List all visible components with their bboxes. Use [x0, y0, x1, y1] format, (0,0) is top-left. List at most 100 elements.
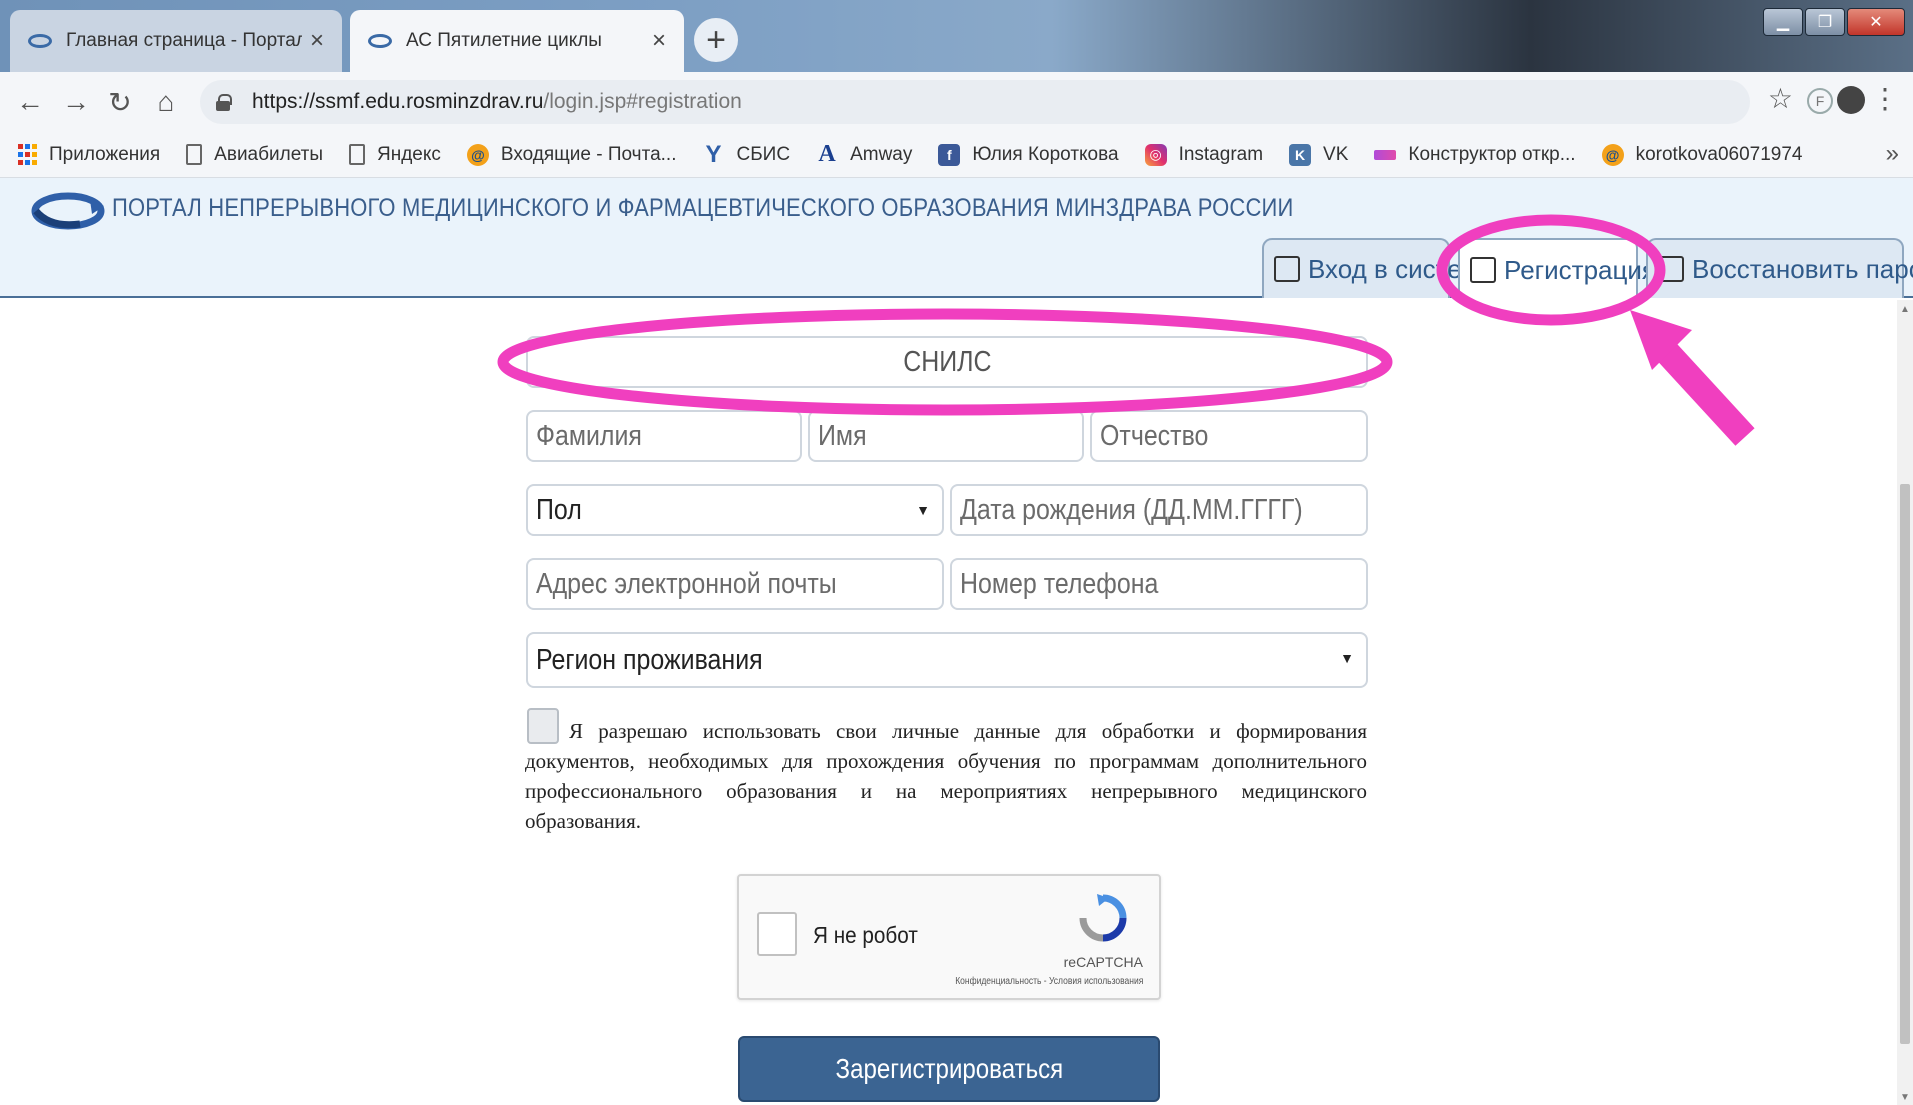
- tab-registration[interactable]: Регистрация: [1458, 238, 1656, 300]
- register-submit-button[interactable]: Зарегистрироваться: [738, 1036, 1160, 1102]
- bookmark-label: СБИС: [736, 143, 791, 165]
- facebook-icon: f: [938, 143, 961, 166]
- portal-favicon-icon: [368, 34, 392, 48]
- bookmark-yandex[interactable]: Яндекс: [349, 144, 441, 166]
- lastname-placeholder: Фамилия: [536, 419, 642, 452]
- birthdate-input[interactable]: Дата рождения (ДД.ММ.ГГГГ): [950, 484, 1368, 536]
- email-input[interactable]: Адрес электронной почты: [526, 558, 944, 610]
- recaptcha-widget: Я не робот reCAPTCHA Конфиденциальность …: [737, 874, 1161, 1000]
- phone-placeholder: Номер телефона: [960, 567, 1159, 600]
- instagram-icon: ◎: [1144, 143, 1167, 166]
- forward-arrow-icon[interactable]: →: [56, 82, 96, 122]
- maximize-button[interactable]: ❐: [1805, 8, 1845, 36]
- login-icon: [1274, 256, 1300, 282]
- home-icon[interactable]: ⌂: [146, 82, 186, 122]
- annotation-arrow: [1630, 310, 1755, 446]
- middlename-placeholder: Отчество: [1100, 419, 1209, 452]
- reload-icon[interactable]: ↻: [100, 82, 140, 122]
- vk-icon: K: [1289, 143, 1312, 166]
- consent-text: Я разрешаю использовать свои личные данн…: [525, 719, 1367, 833]
- region-select[interactable]: Регион проживания ▼: [526, 632, 1368, 688]
- portal-favicon-icon: [28, 34, 52, 48]
- bookmark-label: Авиабилеты: [214, 143, 323, 165]
- browser-tab-strip: Главная страница - Портал неп × АС Пятил…: [0, 0, 1913, 72]
- tab-label: Регистрация: [1504, 254, 1656, 285]
- bookmark-instagram[interactable]: ◎ Instagram: [1144, 143, 1264, 166]
- gender-select[interactable]: Пол ▼: [526, 484, 944, 536]
- firstname-input[interactable]: Имя: [808, 410, 1084, 462]
- tab-title: Главная страница - Портал неп: [66, 30, 302, 51]
- bookmark-amway[interactable]: A Amway: [816, 141, 913, 167]
- recaptcha-brand: reCAPTCHA: [1063, 954, 1143, 970]
- url-path: /login.jsp#registration: [543, 90, 742, 113]
- bookmark-label: Amway: [850, 143, 913, 165]
- scroll-thumb[interactable]: [1900, 484, 1910, 1044]
- tab-restore-password[interactable]: Восстановить пароль: [1646, 238, 1913, 298]
- snils-input[interactable]: СНИЛС: [526, 336, 1368, 388]
- submit-label: Зарегистрироваться: [835, 1053, 1063, 1084]
- bookmark-sbis[interactable]: Y СБИС: [702, 141, 791, 168]
- address-bar[interactable]: https://ssmf.edu.rosminzdrav.ru/login.js…: [200, 80, 1750, 124]
- email-placeholder: Адрес электронной почты: [536, 567, 837, 600]
- bookmark-apps[interactable]: Приложения: [18, 144, 160, 166]
- profile-avatar-icon[interactable]: [1837, 86, 1865, 114]
- dropdown-caret-icon: ▼: [916, 502, 930, 518]
- recaptcha-checkbox[interactable]: [757, 912, 797, 956]
- bookmark-mail-inbox[interactable]: @ Входящие - Почта...: [466, 143, 677, 166]
- edit-icon: [1470, 257, 1496, 283]
- key-icon: [1658, 256, 1684, 282]
- bookmark-label: Входящие - Почта...: [500, 143, 677, 165]
- gender-selected-value: Пол: [536, 493, 582, 526]
- bookmark-vk[interactable]: K VK: [1289, 143, 1348, 166]
- tab-login[interactable]: Вход в систему: [1262, 238, 1493, 298]
- bookmarks-overflow-button[interactable]: »: [1886, 140, 1899, 168]
- konstruktor-icon: [1374, 149, 1397, 160]
- recaptcha-links[interactable]: Конфиденциальность - Условия использован…: [955, 976, 1143, 987]
- bookmark-facebook[interactable]: f Юлия Короткова: [938, 143, 1119, 166]
- lastname-input[interactable]: Фамилия: [526, 410, 802, 462]
- close-icon[interactable]: ×: [310, 27, 324, 55]
- bookmark-label: Приложения: [49, 143, 161, 165]
- url-text[interactable]: https://ssmf.edu.rosminzdrav.ru/login.js…: [252, 90, 742, 114]
- bookmark-label: korotkova06071974: [1635, 143, 1803, 165]
- mail-icon: @: [1601, 143, 1624, 166]
- birthdate-placeholder: Дата рождения (ДД.ММ.ГГГГ): [960, 493, 1303, 526]
- bookmark-label: Instagram: [1178, 143, 1264, 165]
- snils-placeholder: СНИЛС: [902, 345, 992, 378]
- bookmark-korotkova-mail[interactable]: @ korotkova06071974: [1601, 143, 1803, 166]
- portal-logo-icon[interactable]: [30, 188, 106, 234]
- page-icon: [349, 144, 365, 165]
- bookmarks-bar: Приложения Авиабилеты Яндекс @ Входящие …: [0, 132, 1913, 178]
- bookmark-star-icon[interactable]: ☆: [1768, 82, 1793, 115]
- window-controls: ▁ ❐ ✕: [1763, 8, 1905, 36]
- page-scrollbar[interactable]: ▲ ▼: [1897, 300, 1913, 1105]
- recaptcha-logo-icon: [1079, 894, 1127, 942]
- close-icon[interactable]: ×: [652, 27, 666, 55]
- scroll-down-icon[interactable]: ▼: [1900, 1092, 1910, 1103]
- phone-input[interactable]: Номер телефона: [950, 558, 1368, 610]
- mail-icon: @: [466, 143, 489, 166]
- recaptcha-label: Я не робот: [813, 922, 918, 948]
- scroll-up-icon[interactable]: ▲: [1900, 304, 1910, 315]
- apps-icon: [18, 144, 37, 166]
- site-title: ПОРТАЛ НЕПРЕРЫВНОГО МЕДИЦИНСКОГО И ФАРМА…: [112, 194, 1294, 222]
- extension-icon[interactable]: F: [1807, 88, 1833, 114]
- bookmark-label: Конструктор откр...: [1408, 143, 1576, 165]
- back-arrow-icon[interactable]: ←: [10, 82, 50, 122]
- bookmark-aviabilety[interactable]: Авиабилеты: [186, 144, 323, 166]
- url-host: https://ssmf.edu.rosminzdrav.ru: [252, 90, 544, 113]
- new-tab-button[interactable]: +: [694, 18, 738, 62]
- site-header: ПОРТАЛ НЕПРЕРЫВНОГО МЕДИЦИНСКОГО И ФАРМА…: [0, 178, 1913, 300]
- window-close-button[interactable]: ✕: [1847, 8, 1905, 36]
- firstname-placeholder: Имя: [818, 419, 867, 452]
- dropdown-caret-icon: ▼: [1340, 650, 1354, 666]
- bookmark-konstruktor[interactable]: Конструктор откр...: [1374, 143, 1576, 166]
- middlename-input[interactable]: Отчество: [1090, 410, 1368, 462]
- browser-menu-icon[interactable]: ⋮: [1871, 82, 1899, 115]
- browser-tab-five-year-cycles[interactable]: АС Пятилетние циклы ×: [350, 10, 684, 72]
- browser-tab-main-page[interactable]: Главная страница - Портал неп ×: [10, 10, 342, 72]
- minimize-button[interactable]: ▁: [1763, 8, 1803, 36]
- region-selected-value: Регион проживания: [536, 643, 763, 676]
- lock-icon[interactable]: [216, 94, 232, 111]
- bookmark-label: Яндекс: [377, 143, 441, 165]
